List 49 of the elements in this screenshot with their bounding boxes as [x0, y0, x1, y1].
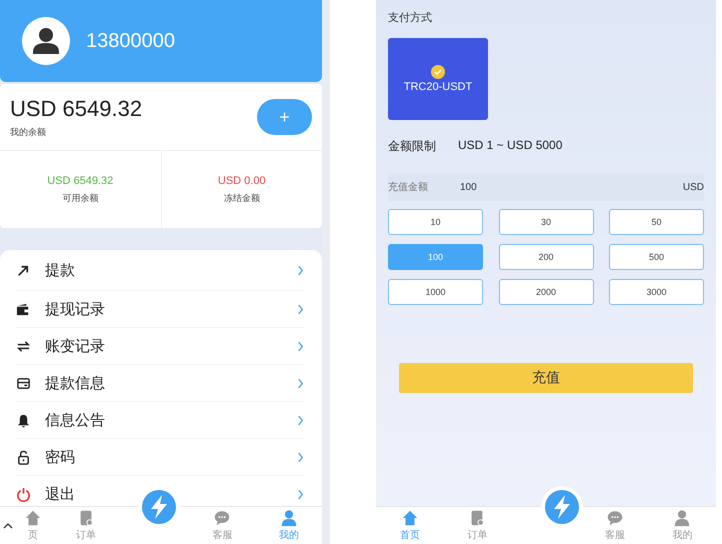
amount-option[interactable]: 2000: [498, 279, 594, 305]
lock-icon: [16, 450, 31, 464]
menu-item[interactable]: 信息公告: [16, 402, 304, 439]
amount-option[interactable]: 50: [609, 209, 704, 235]
menu-item[interactable]: 提现记录: [16, 291, 304, 328]
fund-amount: USD 6549.32: [47, 174, 114, 186]
amount-field[interactable]: 充值金额 100 USD: [388, 173, 704, 201]
chevron-right-icon: [297, 414, 304, 426]
chevron-right-icon: [297, 378, 304, 388]
person-icon: [673, 509, 692, 527]
amount-option[interactable]: 3000: [609, 279, 704, 305]
amount-option[interactable]: 10: [388, 209, 483, 235]
wallet-icon: [16, 302, 31, 316]
chevron-right-icon: [297, 340, 304, 352]
bell-icon: [16, 412, 31, 428]
account-number: 13800000: [86, 30, 175, 52]
chevron-right-icon: [297, 304, 304, 314]
chat-icon: [606, 509, 624, 527]
section-label: 支付方式: [388, 10, 433, 25]
fund-label: 可用余额: [62, 192, 98, 204]
limit-value: USD 1 ~ USD 5000: [458, 138, 562, 154]
home-icon: [400, 509, 419, 527]
menu-item[interactable]: 提款: [16, 250, 304, 291]
chevron-right-icon: [297, 264, 304, 276]
menu-item[interactable]: 账变记录: [16, 328, 304, 365]
amount-option[interactable]: 500: [609, 244, 704, 270]
recharge-button[interactable]: 充值: [399, 363, 693, 393]
check-icon: [431, 65, 445, 79]
menu-item[interactable]: 密码: [16, 439, 304, 476]
amount-option[interactable]: 200: [498, 244, 594, 270]
person-icon: [280, 509, 298, 527]
balance-amount: USD 6549.32: [10, 96, 142, 122]
power-icon: [16, 486, 31, 502]
home-icon: [24, 509, 42, 527]
caret-up-icon: [3, 522, 13, 530]
fund-label: 冻结金额: [224, 192, 260, 204]
balance-label: 我的余额: [10, 126, 47, 138]
avatar-icon: [22, 17, 70, 65]
chat-icon: [213, 509, 232, 527]
limit-label: 金额限制: [388, 138, 436, 155]
fund-amount: USD 0.00: [218, 174, 266, 186]
amount-option[interactable]: 30: [498, 209, 594, 235]
chevron-right-icon: [297, 488, 304, 500]
menu-item[interactable]: 提款信息: [16, 365, 304, 402]
chevron-right-icon: [297, 452, 304, 462]
payment-method-card[interactable]: TRC20-USDT: [388, 38, 488, 120]
swap-icon: [16, 338, 31, 354]
amount-option[interactable]: 1000: [388, 279, 483, 305]
card-icon: [16, 376, 31, 390]
